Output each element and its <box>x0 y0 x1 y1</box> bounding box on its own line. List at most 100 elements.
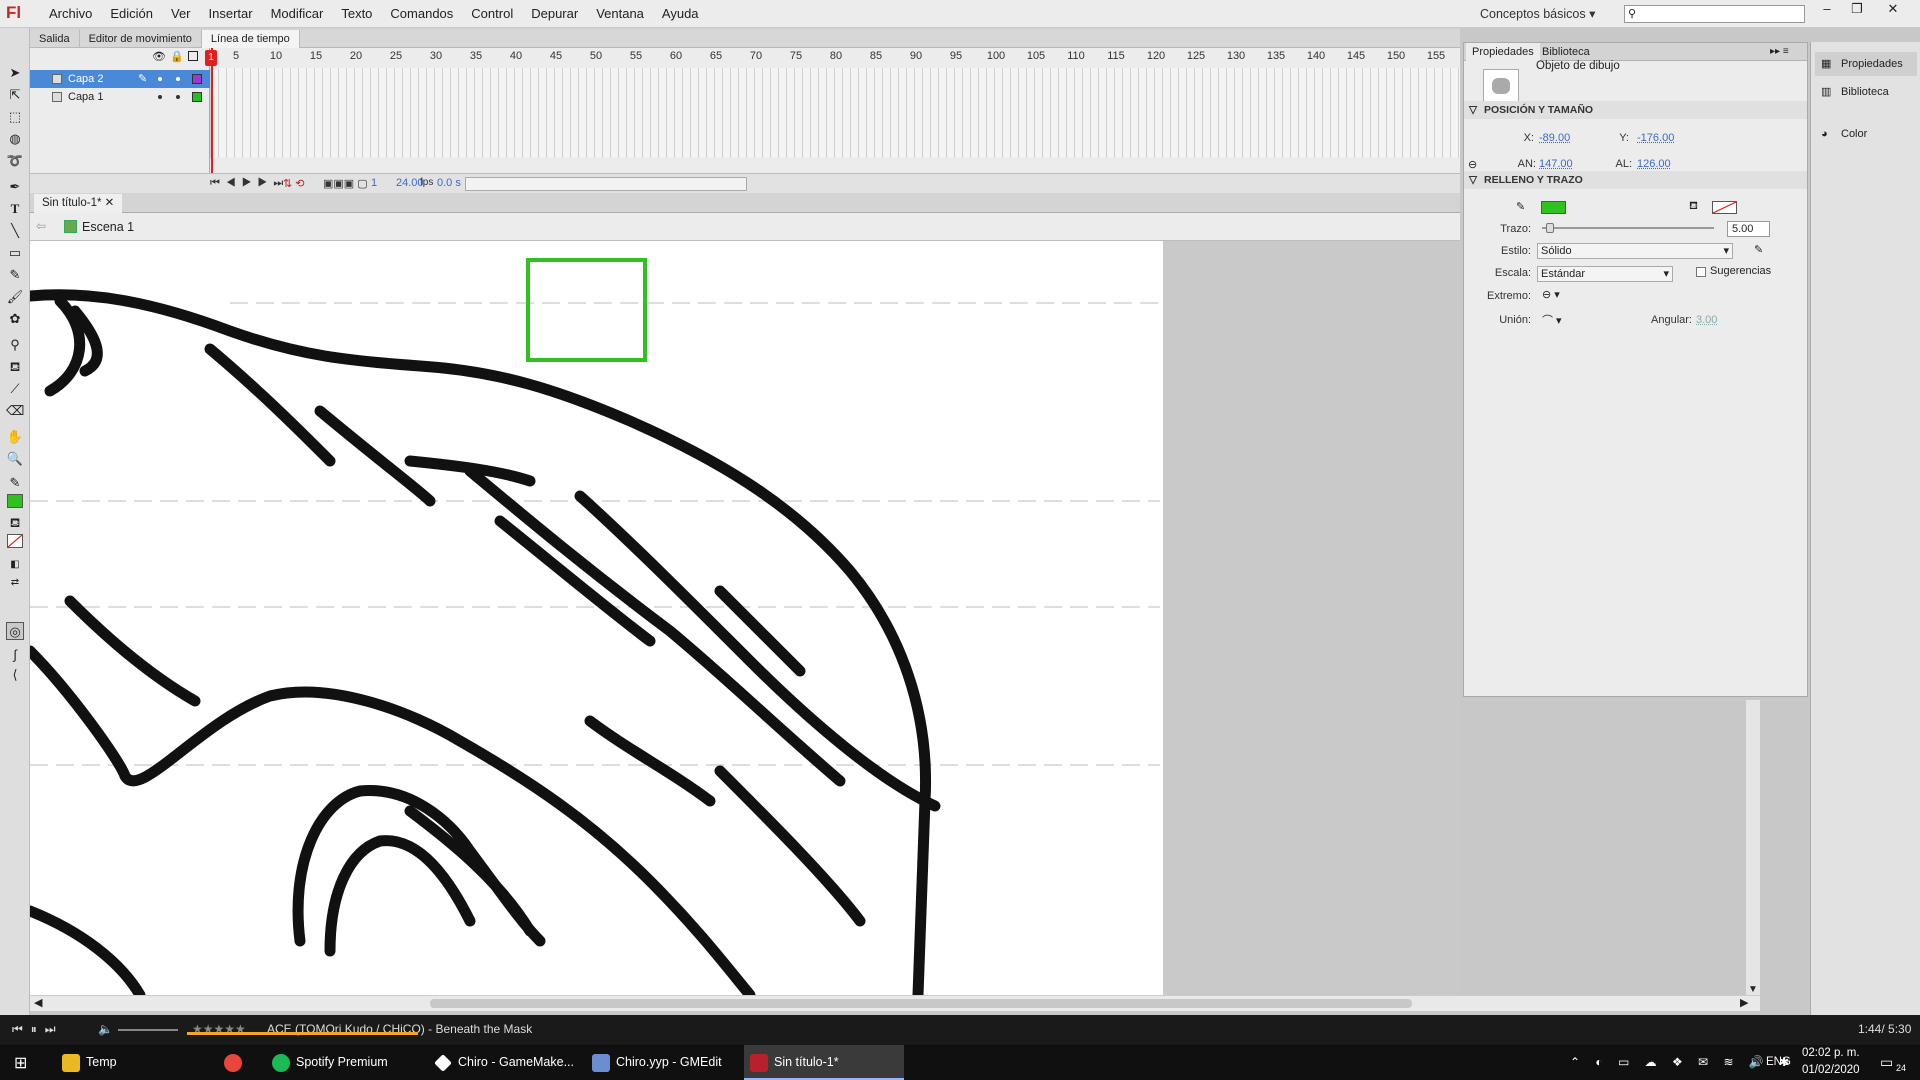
playback-controls-icon[interactable]: ⏮◀▶▶⏭ <box>210 177 289 190</box>
trazo-input[interactable]: 5.00 <box>1727 221 1770 237</box>
visible-dot[interactable] <box>158 77 162 81</box>
x-value[interactable]: -89.00 <box>1539 132 1570 144</box>
eraser-tool-icon[interactable]: ⌫ <box>6 402 24 420</box>
scene-name[interactable]: Escena 1 <box>82 213 134 241</box>
line-tool-icon[interactable]: ╲ <box>6 222 24 240</box>
rectangle-tool-icon[interactable]: ▭ <box>6 244 24 262</box>
subselection-tool-icon[interactable]: ⇱ <box>6 86 24 104</box>
zoom-tool-icon[interactable]: 🔍 <box>6 450 24 468</box>
task-temp[interactable]: Temp <box>56 1045 206 1080</box>
task-chrome[interactable] <box>218 1045 268 1080</box>
menu-depurar[interactable]: Depurar <box>522 0 587 28</box>
width-value[interactable]: 147.00 <box>1539 158 1573 170</box>
sugerencias-checkbox[interactable] <box>1696 267 1706 277</box>
menu-ventana[interactable]: Ventana <box>587 0 653 28</box>
layer-color-swatch[interactable] <box>192 92 202 102</box>
track-progress[interactable] <box>187 1032 418 1035</box>
lock-dot[interactable] <box>176 95 180 99</box>
tray-icons[interactable]: ⌃ ◐ ▭ ☁ ❖ ✉ ≋ 🔊 ✱ <box>1570 1045 1795 1080</box>
smooth-icon[interactable]: ∫ <box>6 646 24 664</box>
restore-button[interactable]: ❐ <box>1842 0 1872 18</box>
tab-timeline[interactable]: Línea de tiempo <box>201 29 300 48</box>
task-spotify[interactable]: Spotify Premium <box>266 1045 416 1080</box>
fill-color-swatch[interactable] <box>7 534 23 548</box>
windows-start-icon[interactable]: ⊞ <box>14 1053 27 1073</box>
black-white-icon[interactable]: ◧ <box>6 556 24 574</box>
tab-salida[interactable]: Salida <box>30 29 80 48</box>
height-value[interactable]: 126.00 <box>1637 158 1671 170</box>
lasso-tool-icon[interactable]: ➰ <box>6 152 24 170</box>
document-tab[interactable]: Sin título-1* ✕ <box>34 194 123 213</box>
back-arrow-icon[interactable]: ⇦ <box>36 219 46 233</box>
lock-icon[interactable]: 🔒 <box>170 50 184 63</box>
section-fill-stroke[interactable]: ▽ RELLENO Y TRAZO <box>1464 171 1807 189</box>
text-tool-icon[interactable]: T <box>6 200 24 218</box>
section-position[interactable]: ▽ POSICIÓN Y TAMAÑO <box>1464 101 1807 119</box>
stroke-color-button[interactable] <box>1541 201 1566 214</box>
help-search-input[interactable]: ⚲ <box>1624 5 1805 23</box>
close-button[interactable]: ✕ <box>1878 0 1908 18</box>
layer-row[interactable]: Capa 2 ✎ <box>30 70 210 88</box>
edit-multiple-frames-icon[interactable]: ▣▣▣ ▢ <box>323 177 368 190</box>
minimize-button[interactable]: – <box>1812 0 1842 18</box>
panel-expand-icon[interactable]: ▸▸ ≡ <box>1764 43 1795 61</box>
current-frame[interactable]: 1 <box>371 177 377 189</box>
stroke-color-swatch[interactable] <box>7 494 23 508</box>
volume-icon[interactable]: 🔈 <box>98 1022 113 1036</box>
dock-propiedades[interactable]: ▦ Propiedades <box>1815 52 1917 76</box>
y-value[interactable]: -176.00 <box>1637 132 1674 144</box>
link-icon[interactable]: ⊖ <box>1468 158 1477 171</box>
menu-archivo[interactable]: Archivo <box>40 0 101 28</box>
straighten-icon[interactable]: ⟨ <box>6 666 24 684</box>
scroll-right-icon[interactable]: ▶ <box>1740 996 1748 1009</box>
object-drawing-icon[interactable]: ◎ <box>6 622 24 640</box>
horizontal-scrollbar[interactable]: ◀ ▶ <box>30 995 1760 1011</box>
onion-skin-icon[interactable]: ⇅ ⟲ <box>283 177 305 190</box>
tab-motion-editor[interactable]: Editor de movimiento <box>80 29 202 48</box>
language-indicator[interactable]: ENG <box>1766 1045 1791 1080</box>
task-flash[interactable]: Sin título-1* <box>744 1045 904 1080</box>
visible-dot[interactable] <box>158 95 162 99</box>
3d-rotation-tool-icon[interactable]: ◍ <box>6 130 24 148</box>
bone-tool-icon[interactable]: ⚲ <box>6 336 24 354</box>
task-gamemaker[interactable]: Chiro - GameMake... <box>428 1045 578 1080</box>
clock-date[interactable]: 01/02/2020 <box>1802 1053 1860 1080</box>
workspace-switcher[interactable]: Conceptos básicos ▾ <box>1480 0 1595 28</box>
scroll-left-icon[interactable]: ◀ <box>34 996 42 1009</box>
dock-color[interactable]: ◕ Color <box>1815 122 1917 146</box>
volume-slider[interactable] <box>118 1029 178 1031</box>
layer-color-swatch[interactable] <box>192 74 202 84</box>
pencil-tool-icon[interactable]: ✎ <box>6 266 24 284</box>
dock-biblioteca[interactable]: ▥ Biblioteca <box>1815 80 1917 104</box>
eye-icon[interactable]: 👁 <box>152 50 166 63</box>
tab-biblioteca[interactable]: Biblioteca <box>1536 43 1596 61</box>
menu-texto[interactable]: Texto <box>332 0 381 28</box>
playhead[interactable] <box>211 48 213 193</box>
hand-tool-icon[interactable]: ✋ <box>6 428 24 446</box>
selection-tool-icon[interactable]: ➤ <box>6 64 24 82</box>
pen-tool-icon[interactable]: ✒ <box>6 178 24 196</box>
eyedropper-tool-icon[interactable]: ⟋ <box>6 380 24 398</box>
trazo-slider[interactable] <box>1542 223 1714 233</box>
menu-ver[interactable]: Ver <box>162 0 200 28</box>
layer-row[interactable]: Capa 1 <box>30 88 210 106</box>
join-style-icon[interactable]: ⌒ ▾ <box>1542 312 1562 328</box>
swap-colors-icon[interactable]: ⇄ <box>6 574 24 592</box>
fill-color-button[interactable] <box>1712 201 1737 214</box>
escala-select[interactable]: Estándar ▾ <box>1537 266 1673 282</box>
edit-stroke-style-icon[interactable]: ✎ <box>1754 243 1763 256</box>
notification-icon[interactable]: ▭ <box>1880 1045 1893 1080</box>
cap-style-icon[interactable]: ⊖ ▾ <box>1542 288 1560 301</box>
angular-value[interactable]: 3.00 <box>1696 314 1717 326</box>
player-controls-icon[interactable]: ⏮⏸⏭ <box>12 1022 64 1037</box>
menu-edicion[interactable]: Edición <box>101 0 162 28</box>
scroll-thumb[interactable] <box>430 999 1412 1008</box>
outline-icon[interactable] <box>188 51 198 61</box>
menu-ayuda[interactable]: Ayuda <box>653 0 708 28</box>
lock-dot[interactable] <box>176 77 180 81</box>
estilo-select[interactable]: Sólido ▾ <box>1537 243 1733 259</box>
task-gmedit[interactable]: Chiro.yyp - GMEdit <box>586 1045 736 1080</box>
brush-tool-icon[interactable]: 🖌 <box>6 288 24 306</box>
tab-propiedades[interactable]: Propiedades <box>1466 43 1540 61</box>
close-icon[interactable]: ✕ <box>105 197 115 209</box>
